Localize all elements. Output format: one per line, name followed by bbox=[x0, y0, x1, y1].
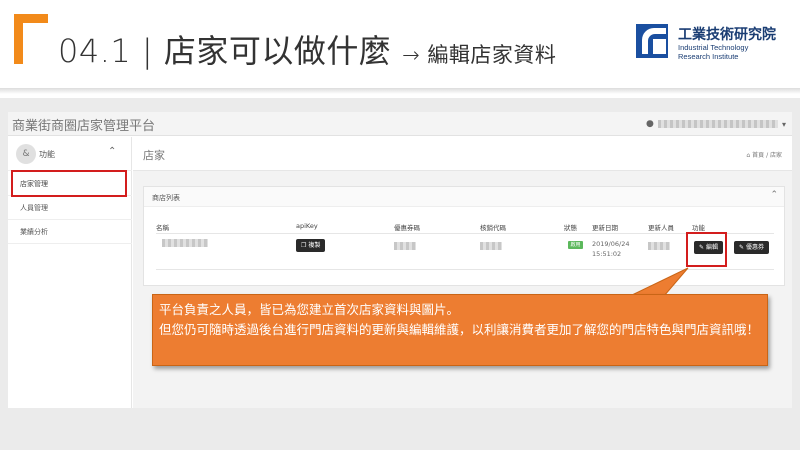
page-title: 店家 bbox=[143, 149, 165, 162]
user-menu[interactable]: ● ▾ bbox=[646, 118, 786, 130]
slide-subtitle: → 編輯店家資料 bbox=[402, 43, 557, 67]
callout-box: 平台負責之人員，皆已為您建立首次店家資料與圖片。 但您仍可隨時透過後台進行門店資… bbox=[152, 294, 768, 366]
copy-apikey-button[interactable]: ❐ 複製 bbox=[296, 239, 326, 252]
logo-english-line2: Research Institute bbox=[678, 52, 739, 61]
logo-english-line1: Industrial Technology bbox=[678, 43, 749, 52]
panel-title: 商店列表 bbox=[152, 194, 180, 202]
app-title: 商業街商圈店家管理平台 bbox=[12, 119, 156, 134]
slide-header: 04.1 | 店家可以做什麼 → 編輯店家資料 工業技術研究院 Industri… bbox=[0, 0, 800, 90]
chevron-up-icon: ⌃ bbox=[108, 146, 117, 157]
breadcrumb-text[interactable]: 首頁 / 店家 bbox=[752, 152, 782, 159]
sidebar-section-header[interactable]: & 功能 ⌃ bbox=[8, 137, 132, 171]
sidebar-item-staff-management[interactable]: 人員管理 bbox=[8, 196, 132, 220]
coupon-button[interactable]: ✎ 優惠券 bbox=[734, 241, 769, 254]
chevron-down-icon: ▾ bbox=[781, 119, 786, 129]
panel-header: 商店列表 ⌃ bbox=[144, 187, 784, 207]
logo-chinese-name: 工業技術研究院 bbox=[678, 27, 776, 43]
content-header: 店家 ⌂ 首頁 / 店家 bbox=[133, 137, 792, 171]
updated-by-blurred bbox=[648, 242, 670, 250]
column-header-coupon-code: 優惠券碼 bbox=[394, 224, 420, 232]
callout-line-2: 但您仍可隨時透過後台進行門店資料的更新與編輯維護，以利讓消費者更加了解您的門店特… bbox=[159, 322, 760, 337]
user-name-blurred bbox=[657, 120, 778, 128]
redeem-code-blurred bbox=[480, 242, 502, 250]
slide-title-text: 04.1 | 店家可以做什麼 bbox=[58, 32, 392, 70]
column-header-updated-by: 更新人員 bbox=[648, 224, 674, 232]
sidebar-item-label: 業績分析 bbox=[20, 228, 48, 236]
logo-english-name: Industrial Technology Research Institute bbox=[678, 43, 748, 61]
column-header-status: 狀態 bbox=[564, 224, 577, 232]
callout-text: 平台負責之人員，皆已為您建立首次店家資料與圖片。 但您仍可隨時透過後台進行門店資… bbox=[159, 300, 763, 340]
column-header-update-date: 更新日期 bbox=[592, 224, 618, 232]
itri-logo: 工業技術研究院 Industrial Technology Research I… bbox=[636, 24, 796, 64]
sidebar-section-label: 功能 bbox=[39, 150, 55, 159]
column-header-actions: 功能 bbox=[692, 224, 705, 232]
coupon-code-blurred bbox=[394, 242, 416, 250]
app-topbar: 商業街商圈店家管理平台 ● ▾ bbox=[8, 112, 792, 136]
status-badge: 啟用 bbox=[568, 241, 583, 249]
home-icon: ⌂ bbox=[746, 152, 751, 159]
itri-logo-icon bbox=[636, 24, 668, 58]
column-header-name: 名稱 bbox=[156, 224, 169, 232]
column-header-apikey: apiKey bbox=[296, 222, 318, 230]
collapse-chevron-icon[interactable]: ⌃ bbox=[770, 190, 778, 200]
orange-bracket-decoration bbox=[14, 14, 48, 64]
callout-line-1: 平台負責之人員，皆已為您建立首次店家資料與圖片。 bbox=[159, 302, 460, 317]
header-divider bbox=[156, 233, 774, 234]
sidebar-item-label: 人員管理 bbox=[20, 204, 48, 212]
copy-icon: ❐ bbox=[301, 242, 307, 249]
highlight-box-store-management bbox=[11, 170, 127, 197]
copy-button-label: 複製 bbox=[308, 242, 321, 249]
update-time: 15:51:02 bbox=[592, 250, 622, 258]
coupon-button-label: 優惠券 bbox=[745, 244, 764, 251]
update-date: 2019/06/24 bbox=[592, 240, 630, 248]
store-name-blurred bbox=[162, 239, 208, 247]
header-shadow bbox=[0, 88, 800, 94]
sidebar-item-performance-analysis[interactable]: 業績分析 bbox=[8, 220, 132, 244]
pencil-icon: ✎ bbox=[739, 244, 745, 251]
slide-title: 04.1 | 店家可以做什麼 → 編輯店家資料 bbox=[58, 26, 556, 72]
user-icon: ● bbox=[645, 118, 654, 129]
breadcrumb: ⌂ 首頁 / 店家 bbox=[746, 150, 782, 159]
function-icon: & bbox=[16, 144, 36, 164]
column-header-redeem-code: 核銷代碼 bbox=[480, 224, 506, 232]
